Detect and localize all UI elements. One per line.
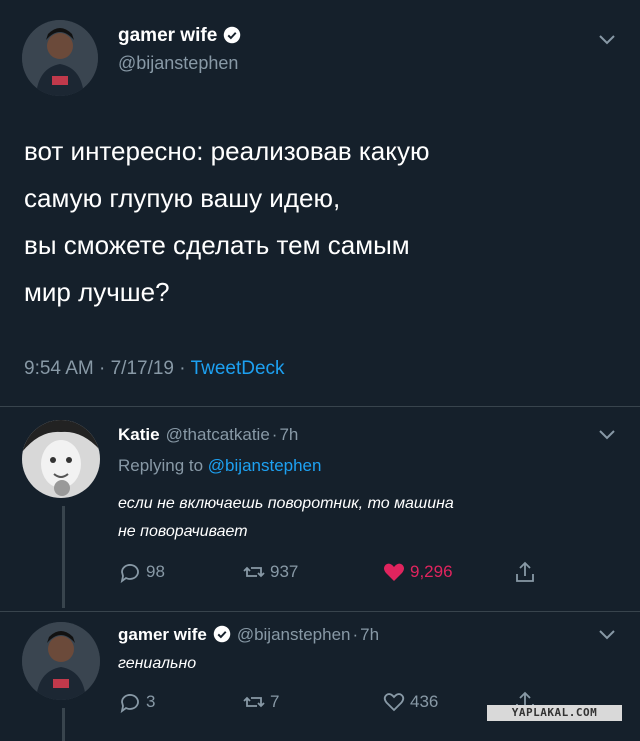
watermark: YAPLAKAL.COM xyxy=(487,705,622,721)
reply-header: Katie @thatcatkatie · 7h xyxy=(118,425,298,445)
separator: · xyxy=(179,358,186,379)
person-avatar-icon xyxy=(22,20,98,96)
heart-filled-icon xyxy=(384,563,404,581)
reply-button[interactable]: 98 xyxy=(118,560,165,584)
tweet-text-line: мир лучше? xyxy=(24,277,170,307)
retweet-count: 7 xyxy=(270,692,280,711)
replying-to-handle-link[interactable]: @bijanstephen xyxy=(208,456,322,475)
tweet-text-line: если не включаешь поворотник, то машина xyxy=(118,495,454,512)
user-handle[interactable]: @thatcatkatie xyxy=(166,425,270,444)
retweet-icon xyxy=(243,566,265,578)
thread-line xyxy=(62,506,65,608)
retweet-icon xyxy=(243,696,265,708)
user-handle[interactable]: @bijanstephen xyxy=(237,625,351,644)
verified-badge-icon xyxy=(213,625,231,643)
display-name[interactable]: gamer wife xyxy=(118,625,207,644)
tweet-text-line: не поворачивает xyxy=(118,523,248,540)
user-handle[interactable]: @bijanstephen xyxy=(118,53,238,74)
thread-line xyxy=(62,708,65,741)
like-button[interactable]: 436 xyxy=(382,690,438,714)
reply-icon xyxy=(120,564,139,584)
separator: · xyxy=(271,425,278,444)
share-icon xyxy=(516,561,534,582)
chevron-down-icon[interactable] xyxy=(598,33,616,45)
tweet-text: если не включаешь поворотник, то машина … xyxy=(118,490,608,546)
avatar[interactable] xyxy=(22,20,98,96)
display-name[interactable]: gamer wife xyxy=(118,25,241,47)
chevron-down-icon[interactable] xyxy=(598,428,616,440)
reply-button[interactable]: 3 xyxy=(118,690,155,714)
reply-count: 98 xyxy=(146,562,165,581)
chevron-down-icon[interactable] xyxy=(598,628,616,640)
display-name-text[interactable]: gamer wife xyxy=(118,25,217,46)
separator: · xyxy=(352,625,359,644)
retweet-count: 937 xyxy=(270,562,299,581)
separator: · xyxy=(99,358,106,379)
avatar[interactable] xyxy=(22,622,100,700)
tweet-meta: 9:54 AM · 7/17/19 · TweetDeck xyxy=(24,358,285,380)
share-button[interactable] xyxy=(513,560,541,584)
heart-outline-icon xyxy=(383,693,405,712)
tweet-text-line: вот интересно: реализовав какую xyxy=(24,136,430,166)
reply-count: 3 xyxy=(146,692,156,711)
retweet-button[interactable]: 937 xyxy=(242,560,298,584)
tweet-text: гениально xyxy=(118,655,197,672)
tweet-text-line: вы сможете сделать тем самым xyxy=(24,230,410,260)
avatar[interactable] xyxy=(22,420,100,498)
retweet-button[interactable]: 7 xyxy=(242,690,279,714)
main-tweet: gamer wife @bijanstephen вот интересно: … xyxy=(0,0,640,405)
tweet-source-link[interactable]: TweetDeck xyxy=(191,358,285,379)
tweet-text-line: самую глупую вашу идею, xyxy=(24,183,341,213)
display-name[interactable]: Katie xyxy=(118,425,160,444)
replying-to: Replying to @bijanstephen xyxy=(118,456,321,476)
person-avatar-icon xyxy=(22,420,100,498)
like-button[interactable]: 9,296 xyxy=(382,560,453,584)
divider xyxy=(0,611,640,612)
like-count: 9,296 xyxy=(410,562,453,581)
verified-badge-icon xyxy=(224,26,241,44)
replying-to-label: Replying to xyxy=(118,456,204,475)
tweet-age[interactable]: 7h xyxy=(279,425,298,444)
like-count: 436 xyxy=(410,692,439,711)
person-avatar-icon xyxy=(22,622,100,700)
tweet-time[interactable]: 9:54 AM xyxy=(24,358,94,379)
divider xyxy=(0,406,640,407)
tweet-age[interactable]: 7h xyxy=(360,625,379,644)
tweet-date[interactable]: 7/17/19 xyxy=(111,358,174,379)
tweet-text: вот интересно: реализовав какую самую гл… xyxy=(24,128,614,316)
reply-icon xyxy=(120,694,139,714)
reply-header: gamer wife @bijanstephen · 7h xyxy=(118,625,379,645)
